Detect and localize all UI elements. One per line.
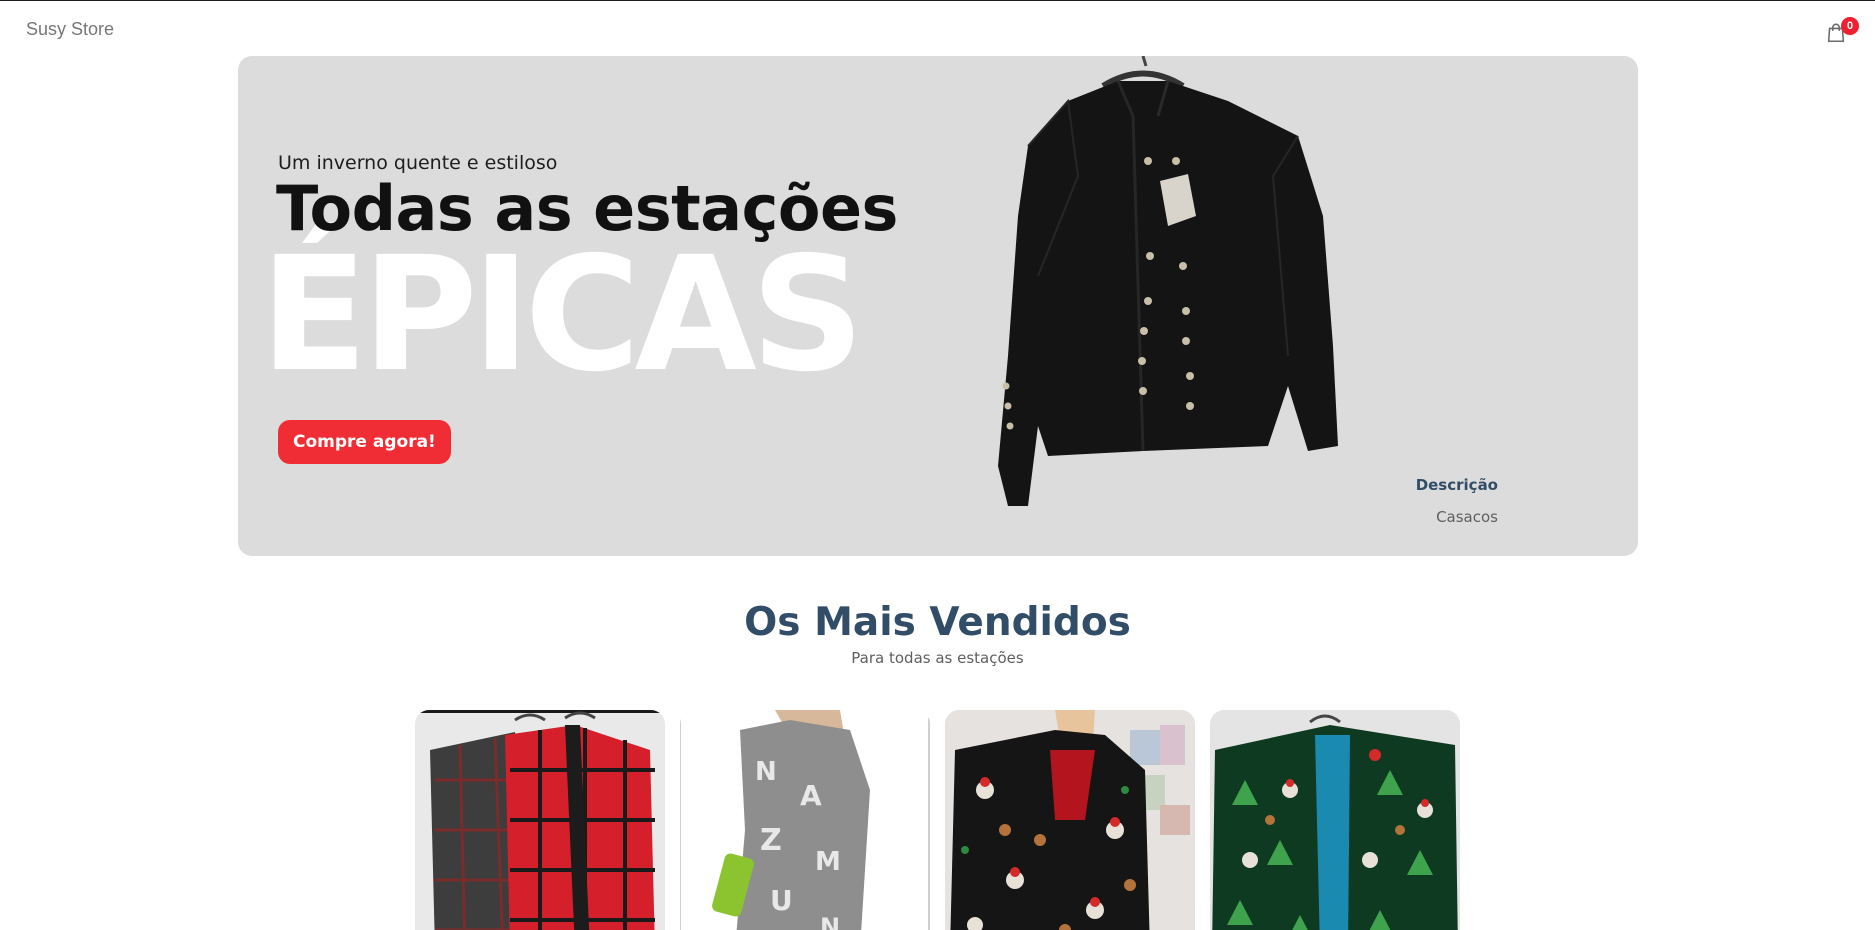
product-image-christmas-print-blazer	[945, 710, 1195, 930]
cart-button[interactable]: 0	[1825, 17, 1859, 46]
best-sellers-heading: Os Mais Vendidos Para todas as estações	[0, 600, 1875, 667]
product-image-letter-print-dress: N A Z M U N	[680, 710, 930, 930]
store-logo[interactable]: Susy Store	[26, 19, 114, 40]
svg-text:U: U	[770, 884, 793, 917]
navbar: Susy Store 0	[0, 1, 1875, 55]
section-title: Os Mais Vendidos	[744, 600, 1131, 645]
product-list: N A Z M U N	[415, 710, 1465, 930]
hero-large-text: ÉPICAS	[260, 223, 865, 407]
hero-jacket-image	[998, 56, 1338, 506]
product-image-plaid-blazers	[415, 710, 665, 930]
section-subtitle: Para todas as estações	[851, 649, 1024, 667]
svg-text:Z: Z	[760, 823, 782, 858]
hero-title: Todas as estações	[276, 172, 898, 245]
description-title: Descrição	[1415, 476, 1498, 494]
product-card[interactable]	[945, 710, 1195, 930]
product-image-christmas-tree-blazers	[1210, 710, 1460, 930]
svg-text:M: M	[815, 847, 841, 877]
svg-text:N: N	[755, 757, 777, 787]
hero-banner: Um inverno quente e estiloso ÉPICAS Toda…	[238, 56, 1638, 556]
svg-text:A: A	[800, 779, 822, 812]
description-text: Casacos	[1436, 508, 1498, 526]
shop-now-button[interactable]: Compre agora!	[278, 420, 451, 464]
hero-small-text: Um inverno quente e estiloso	[278, 152, 558, 174]
hero-description: Descrição Casacos	[1238, 476, 1498, 526]
cart-count-badge: 0	[1841, 17, 1859, 35]
svg-text:N: N	[820, 913, 840, 930]
product-card[interactable]	[415, 710, 665, 930]
product-card[interactable]: N A Z M U N	[680, 710, 930, 930]
product-card[interactable]	[1210, 710, 1460, 930]
